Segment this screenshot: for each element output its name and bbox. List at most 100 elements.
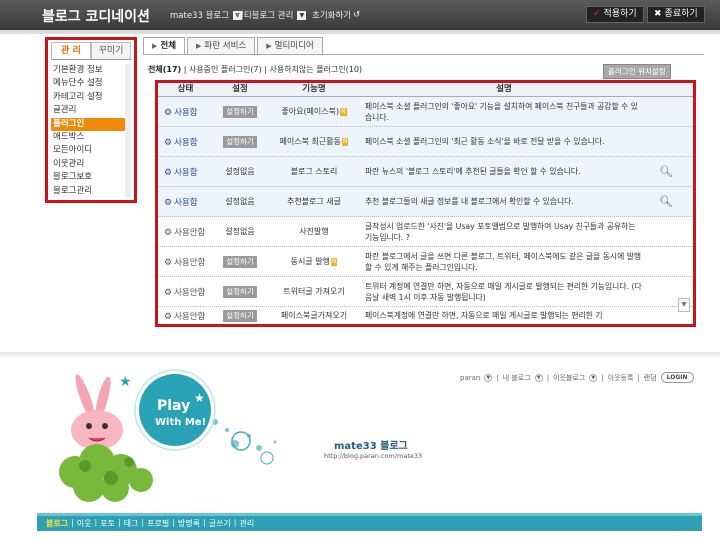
menu-item[interactable]: 모든아이디 (51, 144, 125, 157)
desc-cell: 페이스북 소셜 플러그인의 '좋아요' 기능을 설치하여 페이스북 친구들과 공… (365, 101, 638, 122)
divider: | (601, 373, 604, 382)
menu-item[interactable]: 블로그관리 (51, 185, 125, 198)
star-icon: ★ (194, 391, 205, 405)
settings-button[interactable]: 설정하기 (223, 135, 257, 148)
menu-item-plugin[interactable]: 플러그인 (51, 117, 125, 132)
zoom-icon[interactable]: 🔍︎ (659, 165, 673, 178)
header-name: 기능명 (302, 84, 326, 94)
plugin-table: 상태 설정 기능명 설명 ⚙ 사용함 설정하기 좋아요(페이스북) N 페이스북 소셜 플… (155, 80, 696, 327)
divider: | (233, 518, 237, 527)
setting-cell: 설정하기 (213, 105, 267, 118)
exit-label: 종료하기 (664, 9, 698, 19)
desc-cell: 페이스북계정에 연결만 하면, 자동으로 매일 게시글로 발행되는 편리한 기 (365, 311, 603, 320)
nav-paran[interactable]: paran (460, 374, 480, 382)
nav-random[interactable]: 랜덤 (644, 373, 657, 383)
plugin-name: 페이스북 최근활동 (279, 137, 341, 146)
name-cell: 페이스북 최근활동 N (267, 136, 361, 147)
blog-nav-item[interactable]: 블로그 (46, 518, 68, 529)
multi-blog-menu[interactable]: 멀티블로그 관리 ▼ (236, 9, 307, 21)
blog-nav-item[interactable]: 글쓰기 (209, 518, 231, 529)
settings-button[interactable]: 설정하기 (223, 255, 257, 268)
table-row: ⚙ 사용안함 설정없음 사진발행 글작성시 업로드한 '사진'을 Usay 포토앨범으로… (158, 217, 693, 247)
reset-label: 초기화하기 (312, 11, 352, 21)
status-label: 사용함 (174, 197, 198, 208)
summary-all[interactable]: 전체(17) (148, 65, 181, 74)
status-cell[interactable]: ⚙ 사용안함 (158, 256, 213, 268)
desc-cell: 페이스북 소셜 플러그인의 '최근 활동 소식'을 바로 전달 받을 수 있습니… (365, 137, 605, 146)
status-cell[interactable]: ⚙ 사용함 (158, 106, 213, 118)
setting-none-label: 설정없음 (225, 227, 255, 236)
blog-top-nav: paran ▼ | 내 블로그 ▼ | 이웃블로그 ▼ | 이웃등록 | 랜덤 LOG… (460, 372, 694, 383)
tab-manage[interactable]: 관 리 (51, 42, 91, 59)
settings-button[interactable]: 설정하기 (223, 285, 257, 298)
status-label: 사용안함 (174, 312, 206, 322)
table-row: ⚙ 사용안함 설정하기 페이스북글가져오기 페이스북계정에 연결만 하면, 자동으로 매… (158, 307, 693, 324)
menu-item[interactable]: 카테고리 설정 (51, 91, 125, 104)
table-header: 상태 설정 기능명 설명 (158, 83, 693, 97)
blog-nav-item[interactable]: 태그 (124, 518, 139, 529)
plugin-name: 사진발행 (299, 227, 329, 236)
menu-item[interactable]: 기본환경 정보 (51, 64, 125, 77)
exit-button[interactable]: ✖ 종료하기 (647, 6, 705, 23)
nav-neighbor-blog[interactable]: 이웃블로그 (553, 373, 585, 383)
tab-paran-label: 파란 서비스 (204, 41, 247, 51)
blog-title[interactable]: mate33 블로그 (334, 437, 408, 452)
divider: | (637, 373, 640, 382)
tab-decorate[interactable]: 꾸미기 (91, 42, 131, 59)
name-cell: 페이스북글가져오기 (267, 310, 361, 321)
tab-multimedia[interactable]: ▶ 멀티미디어 (257, 37, 323, 55)
status-cell[interactable]: ⚙ 사용안함 (158, 310, 213, 322)
status-cell[interactable]: ⚙ 사용안함 (158, 286, 213, 298)
status-cell[interactable]: ⚙ 사용함 (158, 196, 213, 208)
name-cell: 블로그 스토리 (267, 166, 361, 177)
blog-select-label: mate33 블로그 (170, 11, 230, 21)
status-cell[interactable]: ⚙ 사용함 (158, 166, 213, 178)
scroll-down-button[interactable]: ▼ (678, 298, 690, 312)
settings-button[interactable]: 설정하기 (223, 105, 257, 118)
name-cell: 추천블로그 새글 (267, 196, 361, 207)
login-button[interactable]: LOGIN (660, 372, 694, 383)
nav-add-neighbor[interactable]: 이웃등록 (608, 373, 634, 383)
plugin-name: 트위터글 가져오기 (283, 287, 345, 296)
blog-nav-item[interactable]: 이웃 (77, 518, 92, 529)
triangle-right-icon: ▶ (152, 42, 158, 50)
blog-nav-item[interactable]: 포토 (100, 518, 115, 529)
plugin-location-button[interactable]: 플러그인 위치설정 (603, 64, 671, 79)
reset-link[interactable]: 초기화하기 ↺ (312, 9, 360, 21)
blog-nav-item[interactable]: 관리 (240, 518, 255, 529)
plugin-summary: 전체(17) | 사용중인 플러그인(7) | 사용하지않는 플러그인(10) (148, 64, 362, 75)
plugin-on-icon: ⚙ (164, 197, 173, 208)
chevron-down-icon: ▼ (534, 373, 543, 382)
menu-item[interactable]: 이웃관리 (51, 158, 125, 171)
settings-button[interactable]: 설정하기 (223, 310, 257, 322)
divider: | (203, 518, 206, 527)
status-cell[interactable]: ⚙ 사용함 (158, 136, 213, 148)
blog-url[interactable]: http://blog.paran.com/mate33 (324, 452, 422, 460)
triangle-right-icon: ▶ (196, 42, 202, 50)
status-label: 사용함 (174, 107, 198, 118)
blog-nav-item[interactable]: 프로필 (147, 518, 169, 529)
tab-paran-service[interactable]: ▶ 파란 서비스 (187, 37, 256, 55)
blog-menu-items: 블로그 | 이웃 | 포토 | 태그 | 프로필 | 방명록 | 글쓰기 | 관리 (46, 518, 254, 529)
tab-all[interactable]: ▶ 전체 (143, 37, 186, 55)
blog-select[interactable]: mate33 블로그 ▼ (170, 9, 243, 21)
divider: | (94, 518, 98, 527)
star-icon: ★ (119, 374, 132, 390)
nav-my-blog[interactable]: 내 블로그 (503, 373, 531, 383)
setting-cell: 설정없음 (213, 166, 267, 177)
menu-item[interactable]: 블로그보호 (51, 171, 125, 184)
plugin-name: 페이스북글가져오기 (280, 311, 348, 320)
table-row: ⚙ 사용함 설정없음 추천블로그 새글 추천 블로그들의 새글 정보를 내 블로그에서 … (158, 187, 693, 217)
setting-cell: 설정하기 (213, 310, 267, 322)
status-cell[interactable]: ⚙ 사용안함 (158, 226, 213, 238)
zoom-icon[interactable]: 🔍︎ (659, 195, 673, 208)
plugin-name: 좋아요(페이스북) (281, 107, 340, 116)
apply-button[interactable]: ✓ 적용하기 (586, 6, 644, 23)
multi-blog-label: 멀티블로그 관리 (236, 11, 294, 21)
menu-item[interactable]: 글관리 (51, 104, 125, 117)
divider: | (117, 518, 121, 527)
blog-nav-item[interactable]: 방명록 (178, 518, 200, 529)
table-body: ⚙ 사용함 설정하기 좋아요(페이스북) N 페이스북 소셜 플러그인의 '좋아요' 기능… (158, 97, 693, 324)
menu-item[interactable]: 메뉴단수 설정 (51, 77, 125, 90)
menu-item[interactable]: 애드박스 (51, 131, 125, 144)
